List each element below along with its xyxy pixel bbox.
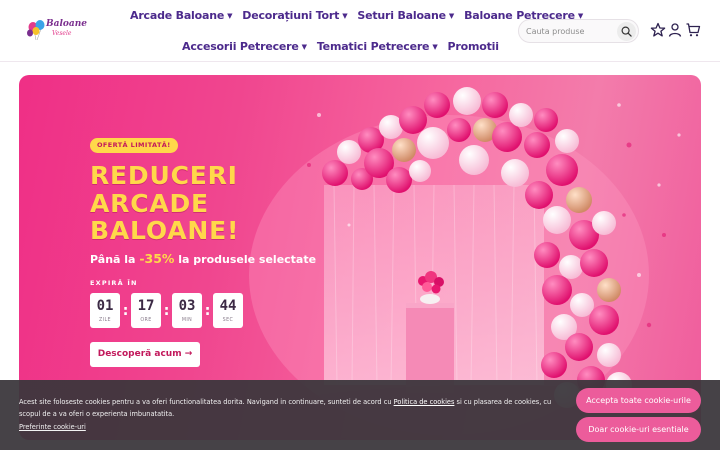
cookie-message: Acest site foloseste cookies pentru a va… (19, 397, 574, 420)
nav-label: Accesorii Petrecere (182, 40, 299, 53)
countdown-minutes: 03 MIN (172, 293, 202, 328)
nav-item-decoratiuni-tort[interactable]: Decorațiuni Tort ▼ (242, 8, 347, 24)
search-button[interactable] (617, 22, 636, 41)
countdown-separator: : (163, 302, 170, 319)
countdown-value: 44 (219, 298, 237, 314)
chevron-down-icon: ▼ (432, 43, 438, 51)
cookie-policy-link[interactable]: Politica de cookies (394, 398, 455, 406)
countdown-value: 01 (96, 298, 114, 314)
site-header: Baloane Vesele Arcade Baloane ▼ Decorațiu… (0, 0, 720, 62)
expires-label: EXPIRĂ ÎN (90, 279, 138, 287)
cookie-banner: Acest site foloseste cookies pentru a va… (0, 380, 720, 450)
hero-subline: Până la -35% la produsele selectate (90, 252, 316, 267)
nav-item-promotii[interactable]: Promotii (448, 39, 499, 55)
headline-line: REDUCERI (90, 161, 238, 190)
headline-line: BALOANE! (90, 216, 240, 245)
logo-subtext: Vesele (52, 30, 72, 37)
limited-offer-badge: OFERTĂ LIMITATĂ! (90, 138, 178, 153)
nav-label: Promotii (447, 40, 499, 53)
accept-all-cookies-button[interactable]: Accepta toate cookie-urile (576, 388, 701, 413)
nav-label: Tematici Petrecere (316, 40, 430, 53)
logo-text: Baloane (46, 19, 87, 29)
nav-label: Arcade Baloane (130, 9, 225, 22)
countdown-separator: : (122, 302, 129, 319)
countdown-seconds: 44 SEC (213, 293, 243, 328)
countdown-value: 03 (178, 298, 196, 314)
countdown-hours: 17 ORE (131, 293, 161, 328)
subline-suffix: la produsele selectate (178, 253, 317, 266)
star-icon[interactable] (650, 22, 666, 38)
hero-headline: REDUCERI ARCADE BALOANE! (90, 162, 330, 245)
nav-label: Seturi Baloane (357, 9, 446, 22)
nav-item-arcade-baloane[interactable]: Arcade Baloane ▼ (130, 8, 233, 24)
cart-icon[interactable] (685, 22, 701, 38)
countdown-separator: : (204, 302, 211, 319)
chevron-down-icon: ▼ (448, 12, 455, 20)
chevron-down-icon: ▼ (342, 12, 348, 20)
chevron-down-icon: ▼ (227, 12, 233, 20)
search-input[interactable] (526, 22, 614, 40)
countdown-value: 17 (137, 298, 155, 314)
page: Baloane Vesele Arcade Baloane ▼ Decorațiu… (0, 0, 720, 450)
cookie-text-before: Acest site foloseste cookies pentru a va… (19, 398, 394, 406)
countdown-days: 01 ZILE (90, 293, 120, 328)
search-box (518, 19, 639, 43)
countdown-timer: 01 ZILE : 17 ORE : 03 MIN : 44 SEC (90, 293, 243, 328)
chevron-down-icon: ▼ (301, 43, 307, 51)
nav-label: Decorațiuni Tort (242, 9, 340, 22)
essential-cookies-button[interactable]: Doar cookie-uri esentiale (576, 417, 701, 442)
countdown-unit: ZILE (98, 318, 111, 323)
user-icon[interactable] (667, 22, 683, 38)
nav-item-accesorii-petrecere[interactable]: Accesorii Petrecere ▼ (182, 39, 307, 55)
nav-item-tematici-petrecere[interactable]: Tematici Petrecere ▼ (317, 39, 438, 55)
main-nav-row-2: Accesorii Petrecere ▼ Tematici Petrecere ▼… (182, 39, 499, 55)
subline-prefix: Până la (90, 253, 136, 266)
headline-line: ARCADE (90, 188, 209, 218)
discount-percentage: -35% (139, 251, 175, 266)
logo[interactable]: Baloane Vesele (26, 19, 87, 43)
countdown-unit: ORE (140, 318, 152, 323)
nav-item-seturi-baloane[interactable]: Seturi Baloane ▼ (357, 8, 454, 24)
cookie-preferences-link[interactable]: Preferinte cookie-uri (19, 423, 86, 431)
main-nav-row-1: Arcade Baloane ▼ Decorațiuni Tort ▼ Seturi… (130, 8, 583, 24)
discover-now-button[interactable]: Descoperă acum → (90, 342, 200, 367)
countdown-unit: MIN (181, 318, 193, 323)
countdown-unit: SEC (222, 318, 234, 323)
search-icon (621, 26, 632, 37)
